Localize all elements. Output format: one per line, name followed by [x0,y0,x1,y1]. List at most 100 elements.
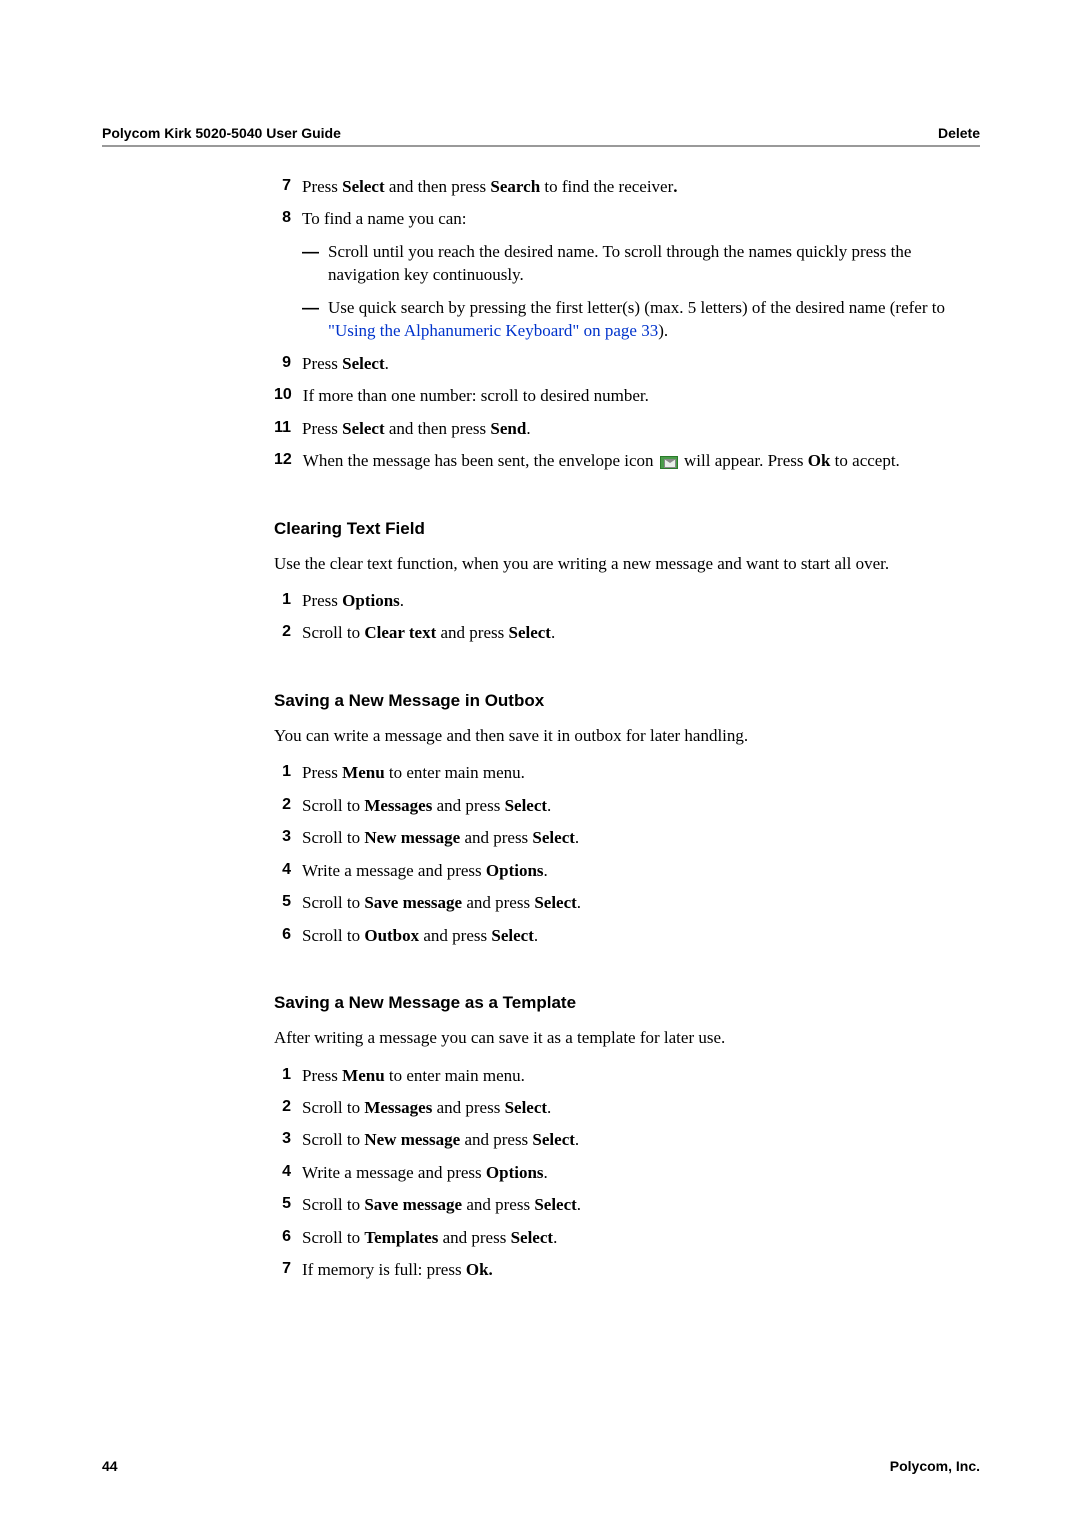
substep-item: —Use quick search by pressing the first … [302,296,976,343]
header-guide-title: Polycom Kirk 5020-5040 User Guide [102,125,341,141]
envelope-icon [660,456,678,469]
step-body: Scroll to Outbox and press Select. [302,924,976,947]
step-body: Press Menu to enter main menu. [302,1064,976,1087]
instruction-text: . [526,419,530,438]
step-item: 2Scroll to Messages and press Select. [274,1096,976,1119]
step-item: 2Scroll to Clear text and press Select. [274,621,976,644]
instruction-text: When the message has been sent, the enve… [303,451,658,470]
page-number: 44 [102,1458,118,1474]
instruction-text: Menu [342,1066,385,1085]
step-item: 4Write a message and press Options. [274,859,976,882]
step-item: 8To find a name you can: [274,207,976,230]
instruction-text: Save message [364,1195,462,1214]
step-item: 5Scroll to Save message and press Select… [274,891,976,914]
step-number: 4 [274,859,302,882]
step-item: 10If more than one number: scroll to des… [274,384,976,407]
instruction-text: Select [505,1098,547,1117]
step-body: If more than one number: scroll to desir… [303,384,976,407]
instruction-text: Press [302,354,342,373]
instruction-text: . [400,591,404,610]
step-body: Scroll to Messages and press Select. [302,794,976,817]
instruction-text: Ok [808,451,831,470]
instruction-text: Select [342,177,384,196]
instruction-text: . [547,1098,551,1117]
instruction-text: . [577,1195,581,1214]
step-number: 2 [274,621,302,644]
instruction-text: to enter main menu. [385,1066,525,1085]
step-body: Scroll to Clear text and press Select. [302,621,976,644]
step-number: 2 [274,1096,302,1119]
company-name: Polycom, Inc. [890,1458,980,1474]
step-item: 12When the message has been sent, the en… [274,449,976,472]
instruction-text: Send [490,419,526,438]
step-body: Scroll to Templates and press Select. [302,1226,976,1249]
instruction-text: Use quick search by pressing the first l… [328,298,945,317]
step-number: 1 [274,761,302,784]
instruction-text: Menu [342,763,385,782]
step-number: 7 [274,1258,302,1281]
instruction-text: and press [462,893,534,912]
instruction-text: Select [511,1228,553,1247]
instruction-text: and press [436,623,508,642]
instruction-text: If memory is full: press [302,1260,466,1279]
instruction-text: To find a name you can: [302,209,467,228]
step-item: 5Scroll to Save message and press Select… [274,1193,976,1216]
section-intro: Use the clear text function, when you ar… [274,552,976,575]
step-body: Write a message and press Options. [302,859,976,882]
instruction-text: and press [432,796,504,815]
instruction-text: to find the receiver [540,177,673,196]
cross-reference-link[interactable]: "Using the Alphanumeric Keyboard" on pag… [328,321,658,340]
instruction-text: Press [302,591,342,610]
step-item: 11Press Select and then press Send. [274,417,976,440]
step-body: Press Select. [302,352,976,375]
instruction-text: Press [302,419,342,438]
instruction-text: Ok. [466,1260,493,1279]
instruction-text: Select [508,623,550,642]
step-body: Write a message and press Options. [302,1161,976,1184]
step-body: Press Options. [302,589,976,612]
instruction-text: Options [342,591,400,610]
instruction-text: Search [490,177,540,196]
instruction-text: ). [658,321,668,340]
step-item: 9Press Select. [274,352,976,375]
step-number: 11 [274,417,302,440]
instruction-text: Scroll to [302,893,364,912]
instruction-text: Templates [364,1228,442,1247]
section-heading: Clearing Text Field [274,519,976,539]
instruction-text: Press [302,1066,342,1085]
step-number: 6 [274,1226,302,1249]
instruction-text: Options [486,861,544,880]
instruction-text: Scroll to [302,1195,364,1214]
instruction-text: . [575,1130,579,1149]
instruction-text: Scroll to [302,828,364,847]
instruction-text: . [547,796,551,815]
substep-body: Scroll until you reach the desired name.… [328,240,976,287]
step-number: 8 [274,207,302,230]
step-number: 1 [274,589,302,612]
step-number: 7 [274,175,302,198]
header-section-title: Delete [938,125,980,141]
instruction-text: . [577,893,581,912]
step-number: 3 [274,1128,302,1151]
instruction-text: Scroll to [302,1130,364,1149]
instruction-text: Clear text [364,623,436,642]
main-content: 7Press Select and then press Search to f… [274,175,976,1282]
step-body: To find a name you can: [302,207,976,230]
instruction-text: and press [443,1228,511,1247]
instruction-text: will appear. Press [680,451,808,470]
section-heading: Saving a New Message in Outbox [274,691,976,711]
step-body: Scroll to Messages and press Select. [302,1096,976,1119]
instruction-text: . [544,861,548,880]
step-number: 12 [274,449,303,472]
step-body: Press Select and then press Search to fi… [302,175,976,198]
section-intro: After writing a message you can save it … [274,1026,976,1049]
step-number: 5 [274,1193,302,1216]
instruction-text: and press [432,1098,504,1117]
step-item: 1Press Menu to enter main menu. [274,1064,976,1087]
instruction-text: and then press [385,177,491,196]
step-item: 3Scroll to New message and press Select. [274,826,976,849]
instruction-text: Save message [364,893,462,912]
instruction-text: . [551,623,555,642]
step-item: 2Scroll to Messages and press Select. [274,794,976,817]
step-body: When the message has been sent, the enve… [303,449,976,472]
